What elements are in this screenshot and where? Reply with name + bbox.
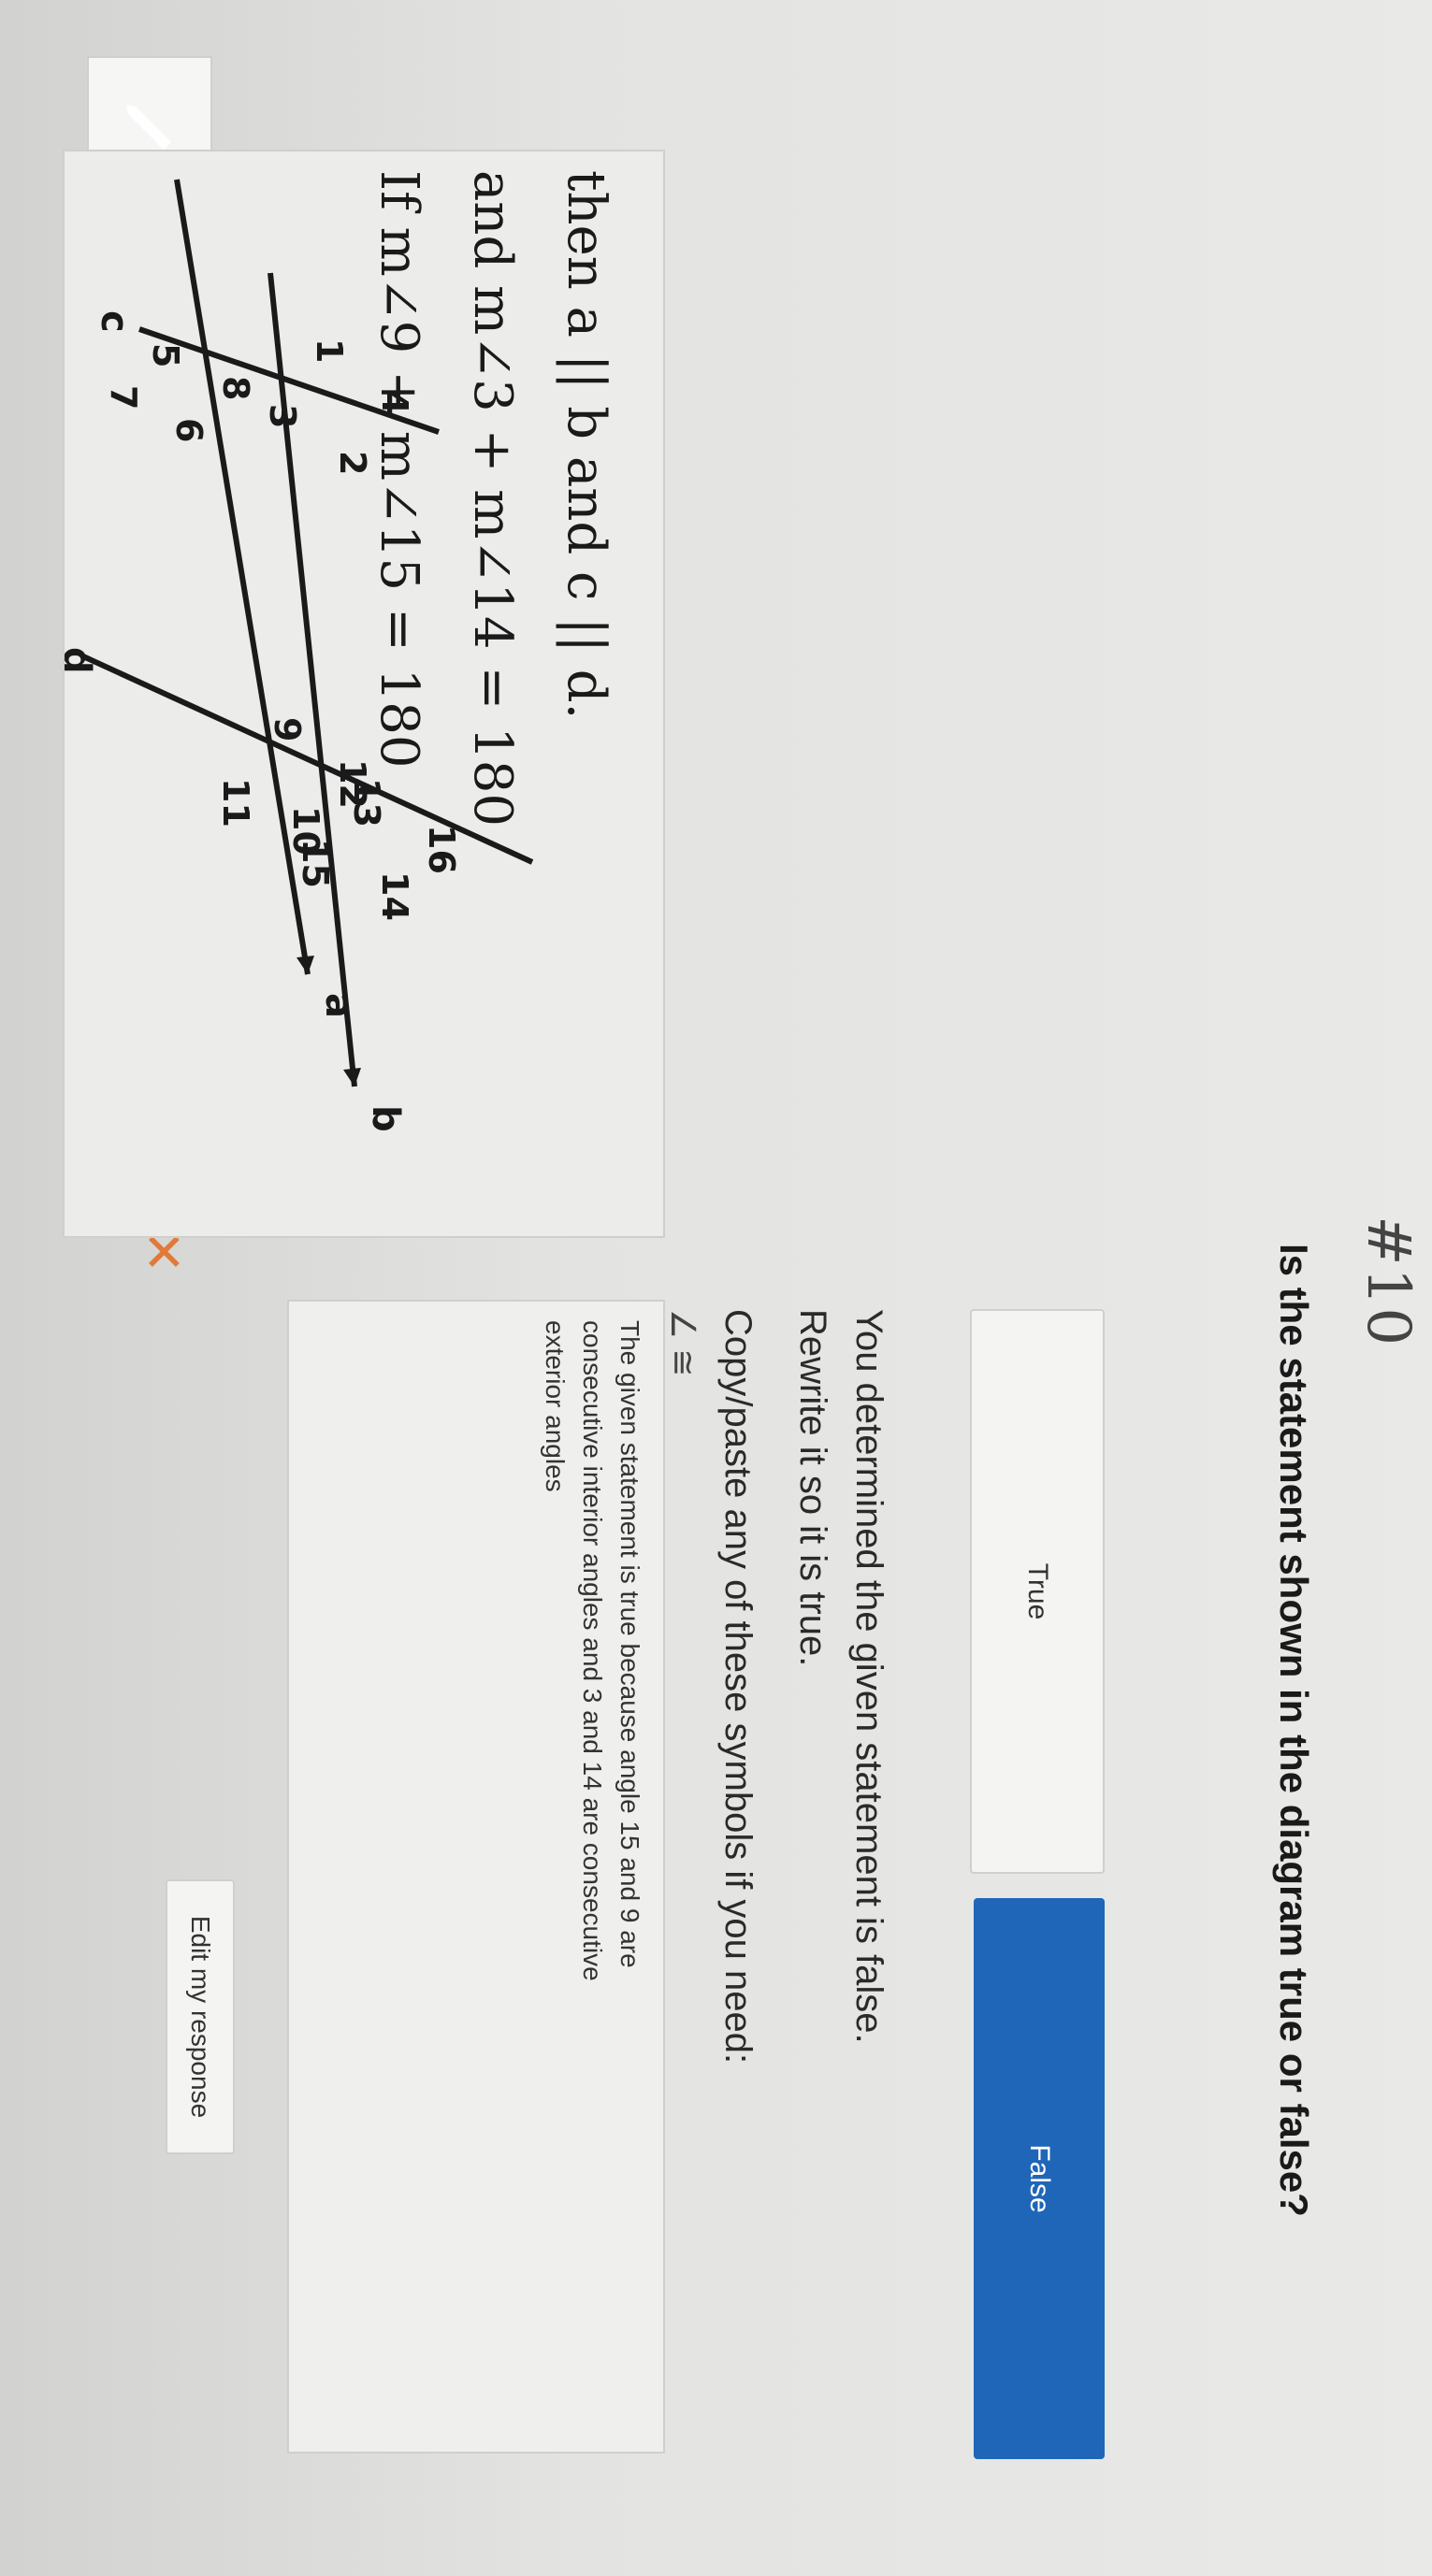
angle-label: 16 <box>421 825 462 874</box>
drawing-canvas[interactable]: 7 6 5 8 3 2 1 4 11 10 9 12 15 14 13 16 a… <box>63 150 665 1238</box>
problem-number: #10 <box>1353 1216 1423 1348</box>
line-label-b: b <box>364 1105 407 1132</box>
feedback-line: You determined the given statement is fa… <box>848 1309 890 2044</box>
angle-label: 9 <box>267 717 308 741</box>
line-b <box>268 272 357 1087</box>
angle-label: 1 <box>309 338 350 363</box>
angle-label: 5 <box>145 343 186 367</box>
angle-label: 7 <box>103 385 144 410</box>
true-button[interactable]: True <box>970 1309 1105 1874</box>
response-line: exterior angles <box>541 1320 570 1492</box>
question-text: Is the statement shown in the diagram tr… <box>1272 1244 1316 2217</box>
statement-line: and m∠3 + m∠14 = 180 <box>462 170 523 827</box>
false-button-label: False <box>1024 2144 1055 2213</box>
feedback-line: Rewrite it so it is true. <box>792 1309 833 1667</box>
edit-response-button[interactable]: Edit my response <box>166 1879 235 2154</box>
response-line: consecutive interior angles and 3 and 14… <box>578 1320 607 1981</box>
angle-label: 13 <box>346 778 387 827</box>
symbols-row[interactable]: ∠ ≅ <box>663 1309 702 1376</box>
false-button[interactable]: False <box>974 1898 1105 2459</box>
angle-label: 2 <box>332 451 373 475</box>
edit-response-label: Edit my response <box>186 1915 215 2119</box>
angle-label: 3 <box>262 404 303 428</box>
statement-line: If m∠9 + m∠15 = 180 <box>369 170 429 769</box>
line-label-c: c <box>93 310 136 333</box>
angle-label: 6 <box>168 418 210 442</box>
true-button-label: True <box>1022 1562 1053 1620</box>
statement-line: then a || b and c || d. <box>556 170 616 720</box>
angle-label: 11 <box>215 778 256 827</box>
angle-label: 8 <box>215 376 256 400</box>
response-textarea[interactable]: The given statement is true because angl… <box>287 1300 665 2454</box>
angle-label: 15 <box>295 839 336 888</box>
response-line: The given statement is true because angl… <box>615 1320 644 1968</box>
line-label-d: d <box>65 647 98 674</box>
feedback-line: Copy/paste any of these symbols if you n… <box>717 1309 759 2065</box>
line-label-a: a <box>317 993 360 1018</box>
angle-label: 14 <box>374 871 415 921</box>
